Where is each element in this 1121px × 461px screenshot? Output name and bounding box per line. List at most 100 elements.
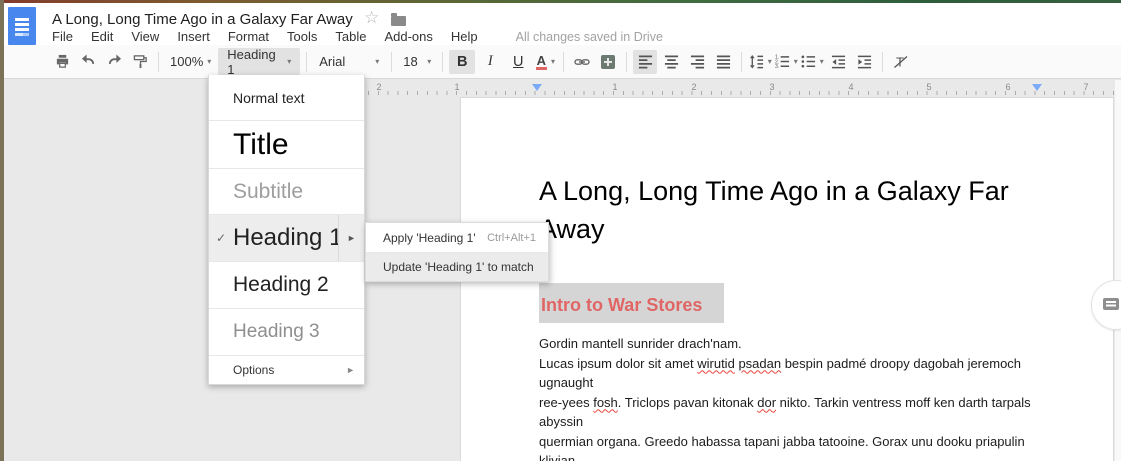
heading1-submenu: Apply 'Heading 1' Ctrl+Alt+1 Update 'Hea… <box>365 222 549 282</box>
ruler-number: 2 <box>376 82 381 92</box>
zoom-select[interactable]: 100% ▾ <box>165 50 216 74</box>
redo-button[interactable] <box>102 50 126 74</box>
paint-format-button[interactable] <box>128 50 152 74</box>
toolbar: 100% ▾ Heading 1 ▾ Arial ▾ 18 ▾ B I U A … <box>4 45 1121 79</box>
text-color-button[interactable]: A ▾ <box>533 50 557 74</box>
save-status: All changes saved in Drive <box>516 30 663 44</box>
star-icon[interactable]: ☆ <box>364 9 379 26</box>
paragraph-styles-menu: Normal text Title Subtitle ✓ Heading 1 ►… <box>208 75 365 385</box>
undo-icon <box>81 54 96 69</box>
menu-item-title[interactable]: Title <box>209 121 364 169</box>
align-left-icon <box>638 54 653 69</box>
left-margin-marker[interactable] <box>532 84 542 91</box>
google-docs-app: A Long, Long Time Ago in a Galaxy Far Aw… <box>0 0 1121 461</box>
document-title[interactable]: A Long, Long Time Ago in a Galaxy Far Aw… <box>52 11 353 28</box>
menu-item-heading-1[interactable]: ✓ Heading 1 ► <box>209 215 364 262</box>
ruler-number: 2 <box>691 82 696 92</box>
ruler-number: 1 <box>612 82 617 92</box>
numbered-list-button[interactable]: 1.2.3. ▾ <box>774 50 798 74</box>
link-icon <box>574 54 590 70</box>
underline-button[interactable]: U <box>505 50 531 74</box>
insert-image-icon <box>601 55 615 69</box>
menu-item-normal-text[interactable]: Normal text <box>209 75 364 121</box>
align-right-icon <box>690 54 705 69</box>
ruler[interactable]: 211234567 <box>0 81 1121 95</box>
font-size-select[interactable]: 18 ▾ <box>398 50 436 74</box>
toolbar-separator <box>626 52 627 72</box>
ruler-number: 4 <box>848 82 853 92</box>
paragraph-style-select[interactable]: Heading 1 ▾ <box>218 48 300 75</box>
folder-icon[interactable] <box>391 16 406 26</box>
align-center-icon <box>664 54 679 69</box>
clear-formatting-icon: T <box>893 54 909 70</box>
undo-button[interactable] <box>76 50 100 74</box>
justify-button[interactable] <box>711 50 735 74</box>
right-margin-marker[interactable] <box>1032 84 1042 91</box>
menu-tools[interactable]: Tools <box>287 29 317 44</box>
doc-body[interactable]: Gordin mantell sunrider drach'nam.Lucas … <box>539 334 1041 461</box>
menu-addons[interactable]: Add-ons <box>384 29 432 44</box>
menu-edit[interactable]: Edit <box>91 29 113 44</box>
document-page[interactable]: A Long, Long Time Ago in a Galaxy Far Aw… <box>460 97 1114 461</box>
menu-item-heading-3[interactable]: Heading 3 <box>209 309 364 356</box>
toolbar-separator <box>442 52 443 72</box>
caret-down-icon: ▾ <box>551 58 555 66</box>
toolbar-separator <box>306 52 307 72</box>
text-color-icon: A <box>536 54 547 70</box>
submenu-arrow-icon[interactable]: ► <box>338 215 364 261</box>
bullet-list-button[interactable]: ▾ <box>800 50 824 74</box>
docs-logo-icon[interactable] <box>8 7 36 45</box>
bullet-list-icon <box>801 54 816 69</box>
comment-icon <box>1103 298 1119 310</box>
bold-button[interactable]: B <box>449 50 475 74</box>
caret-down-icon: ▾ <box>287 58 291 66</box>
toolbar-separator <box>391 52 392 72</box>
decrease-indent-button[interactable] <box>826 50 850 74</box>
submenu-item-update-heading1[interactable]: Update 'Heading 1' to match <box>366 253 548 281</box>
menu-item-heading-2[interactable]: Heading 2 <box>209 262 364 309</box>
italic-button[interactable]: I <box>477 50 503 74</box>
align-right-button[interactable] <box>685 50 709 74</box>
menu-file[interactable]: File <box>52 29 73 44</box>
decrease-indent-icon <box>831 54 846 69</box>
redo-icon <box>107 54 122 69</box>
toolbar-separator <box>882 52 883 72</box>
align-center-button[interactable] <box>659 50 683 74</box>
menu-item-options[interactable]: Options ► <box>209 356 364 384</box>
toolbar-separator <box>563 52 564 72</box>
menu-table[interactable]: Table <box>335 29 366 44</box>
insert-link-button[interactable] <box>570 50 594 74</box>
font-select[interactable]: Arial ▾ <box>313 50 385 74</box>
menu-bar: File Edit View Insert Format Tools Table… <box>52 29 663 44</box>
menu-insert[interactable]: Insert <box>177 29 210 44</box>
doc-heading[interactable]: A Long, Long Time Ago in a Galaxy Far Aw… <box>539 172 1039 248</box>
menu-help[interactable]: Help <box>451 29 478 44</box>
doc-section-heading[interactable]: Intro to War Stores <box>539 283 724 323</box>
menu-format[interactable]: Format <box>228 29 269 44</box>
menu-item-subtitle[interactable]: Subtitle <box>209 169 364 215</box>
align-left-button[interactable] <box>633 50 657 74</box>
checkmark-icon: ✓ <box>216 231 226 245</box>
justify-icon <box>716 54 731 69</box>
caret-down-icon: ▾ <box>820 58 824 66</box>
clear-formatting-button[interactable]: T <box>889 50 913 74</box>
misspelled-word: wirutid <box>697 356 735 371</box>
ruler-number: 7 <box>1083 82 1088 92</box>
window-top-edge <box>0 0 1121 3</box>
print-button[interactable] <box>50 50 74 74</box>
page-right-gutter <box>1115 80 1121 461</box>
increase-indent-icon <box>857 54 872 69</box>
line-spacing-button[interactable]: ▾ <box>748 50 772 74</box>
ruler-number: 6 <box>1005 82 1010 92</box>
misspelled-word: psadan <box>738 356 781 371</box>
window-left-edge <box>0 0 4 461</box>
insert-image-button[interactable] <box>596 50 620 74</box>
toolbar-separator <box>158 52 159 72</box>
increase-indent-button[interactable] <box>852 50 876 74</box>
header: A Long, Long Time Ago in a Galaxy Far Aw… <box>4 3 1121 45</box>
menu-view[interactable]: View <box>131 29 159 44</box>
print-icon <box>55 54 70 69</box>
ruler-number: 3 <box>769 82 774 92</box>
submenu-item-apply-heading1[interactable]: Apply 'Heading 1' Ctrl+Alt+1 <box>366 223 548 253</box>
misspelled-word: dor <box>757 395 776 410</box>
